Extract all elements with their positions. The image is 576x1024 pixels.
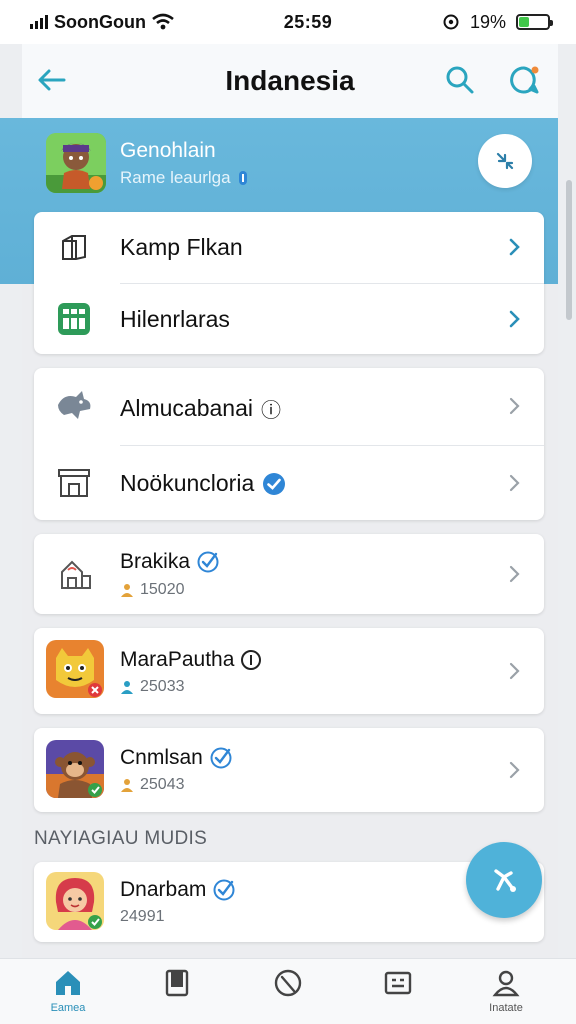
shrink-arrows-icon [496, 152, 514, 170]
page-title: Indanesia [225, 65, 355, 96]
app-title-wrap: Dnarbam [120, 878, 236, 902]
wifi-icon [152, 13, 174, 30]
app-follower-count: 24991 [120, 908, 165, 925]
card-icon [384, 971, 412, 995]
person-icon [121, 779, 133, 792]
home-icon [56, 971, 80, 995]
profile-name: Genohlain [120, 139, 216, 162]
app-follower-count: 25043 [140, 776, 185, 793]
info-badge: ⓘ [260, 400, 281, 422]
scrollbar[interactable] [566, 180, 572, 320]
app-meta: 15020 [120, 581, 185, 599]
tab-clock[interactable] [248, 967, 328, 1023]
app-title-wrap: Cnmlsan [120, 746, 233, 770]
storefront-icon [54, 463, 94, 503]
profile-subtitle-text: Rame leaurlga [120, 168, 231, 187]
section-header: NAYIAGIAU MUDIS [34, 828, 208, 849]
chevron-right-icon [509, 474, 520, 492]
menu-item-label-wrap: Noökuncloria [120, 470, 286, 497]
menu-card-primary: Kamp Flkan Hilenrlaras [34, 212, 544, 354]
profile-avatar[interactable] [46, 133, 106, 193]
status-right: 19% [442, 11, 553, 33]
app-meta: 25043 [120, 776, 185, 794]
alarm-icon [443, 14, 459, 30]
chevron-right-icon [509, 397, 520, 415]
tab-home[interactable]: Eamea [28, 967, 108, 1023]
chevron-right-icon [509, 662, 520, 680]
menu-item-nookuncloria[interactable]: Noökuncloria [34, 446, 544, 520]
app-card[interactable]: Cnmlsan 25043 [34, 728, 544, 812]
app-follower-count: 15020 [140, 581, 185, 598]
verified-badge-icon [263, 472, 286, 495]
tab-label: Inatate [489, 1002, 523, 1014]
person-icon [121, 681, 133, 694]
status-time: 25:59 [283, 11, 333, 32]
chevron-right-icon [509, 310, 520, 328]
wolf-icon [54, 386, 94, 426]
app-meta: 25033 [120, 678, 185, 696]
menu-item-label: Hilenrlaras [120, 306, 230, 332]
app-name: Brakika [120, 550, 191, 573]
house-sketch-icon [56, 554, 96, 594]
info-circle-icon [241, 650, 262, 670]
search-icon[interactable] [442, 62, 478, 98]
person-icon [121, 584, 133, 597]
chevron-right-icon [509, 761, 520, 779]
app-card[interactable]: MaraPautha 25033 [34, 628, 544, 714]
carrier-name: SoonGoun [54, 11, 146, 32]
app-name: Dnarbam [120, 878, 207, 901]
clock-icon [274, 969, 302, 997]
bottom-tab-bar: Eamea Inatate [0, 958, 576, 1024]
tab-messages[interactable] [358, 967, 438, 1023]
app-meta: 24991 [120, 908, 165, 926]
back-arrow-icon[interactable] [34, 62, 70, 98]
verified-check-icon [210, 747, 232, 769]
info-pill-icon [238, 171, 247, 185]
menu-item-label-wrap: Almucabanai ⓘ [120, 394, 281, 423]
status-bar: SoonGoun 25:59 19% [0, 0, 576, 44]
person-outline-icon [492, 970, 520, 997]
top-nav-bar: Indanesia [22, 44, 558, 118]
menu-item-almucabanai[interactable]: Almucabanai ⓘ [34, 368, 544, 444]
profile-action-button[interactable] [478, 134, 532, 188]
profile-subtitle: Rame leaurlga [120, 168, 249, 188]
grid-app-icon [54, 299, 94, 339]
verified-check-icon [197, 551, 219, 573]
status-left: SoonGoun [30, 12, 174, 33]
battery-percent: 19% [469, 11, 506, 32]
chevron-right-icon [509, 238, 520, 256]
battery-icon [516, 14, 553, 30]
verified-check-icon [213, 879, 235, 901]
floating-action-button[interactable] [466, 842, 542, 918]
book-icon [165, 969, 189, 997]
tab-label: Eamea [50, 1002, 86, 1014]
app-follower-count: 25033 [140, 678, 185, 695]
tab-library[interactable] [137, 967, 217, 1023]
app-title-wrap: Brakika [120, 550, 220, 574]
app-card[interactable]: Brakika 15020 [34, 534, 544, 614]
menu-card-secondary: Almucabanai ⓘ Noökuncloria [34, 368, 544, 520]
signal-icon [30, 15, 48, 29]
menu-item-label: Almucabanai [120, 395, 253, 421]
app-icon-cat [46, 640, 104, 698]
menu-item-kamp[interactable]: Kamp Flkan [34, 212, 544, 282]
app-title-wrap: MaraPautha [120, 648, 262, 672]
menu-item-hilenrlaras[interactable]: Hilenrlaras [34, 284, 544, 354]
menu-item-label: Noökuncloria [120, 470, 255, 496]
menu-item-label: Kamp Flkan [120, 234, 243, 260]
chat-bubble-icon[interactable] [506, 62, 542, 98]
phone-screen: SoonGoun 25:59 19% Indanesia Genohlain R… [0, 0, 576, 1024]
app-icon-monkey [46, 740, 104, 798]
app-name: Cnmlsan [120, 746, 203, 769]
app-name: MaraPautha [120, 648, 235, 671]
walking-figure-icon [494, 869, 516, 892]
tab-profile[interactable]: Inatate [466, 967, 546, 1023]
box-icon [54, 227, 94, 267]
chevron-right-icon [509, 565, 520, 583]
app-icon-girl [46, 872, 104, 930]
